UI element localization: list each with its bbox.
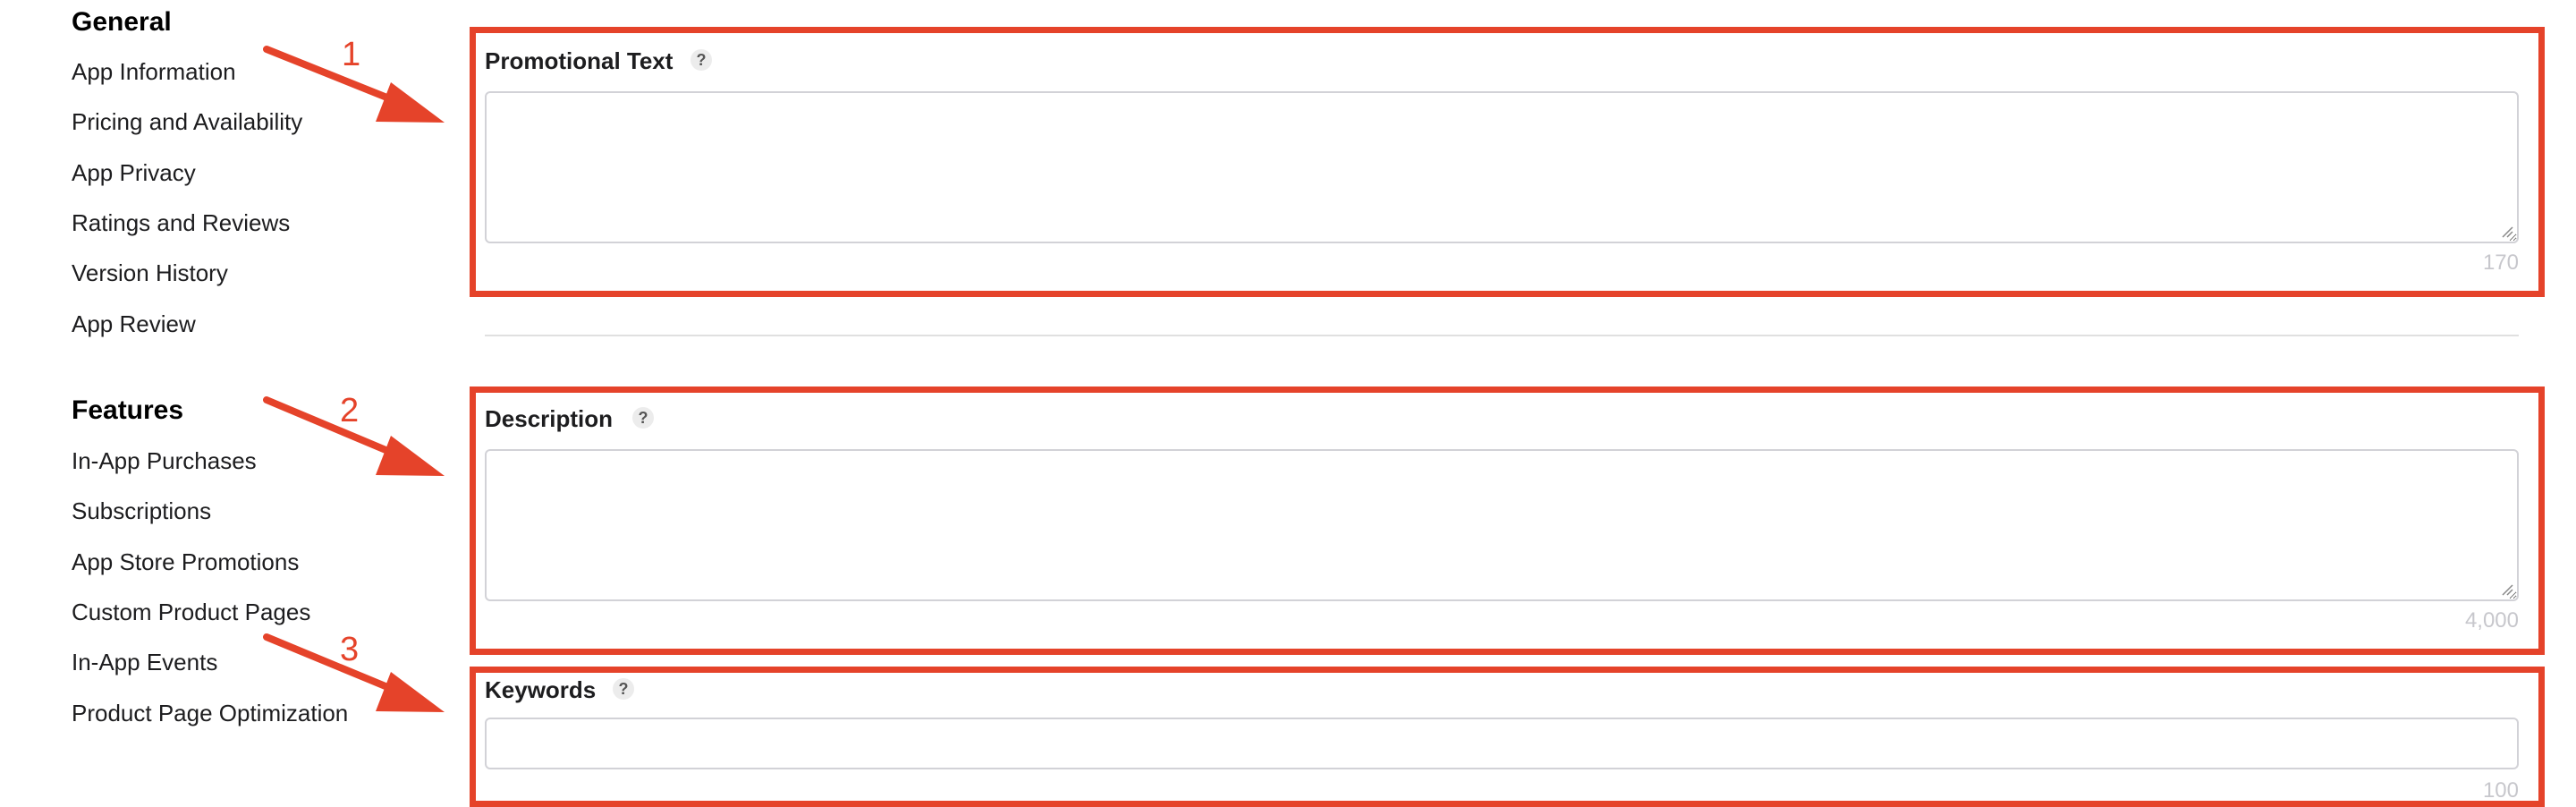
- section-divider: [485, 335, 2519, 336]
- annotation-number-2: 2: [340, 392, 360, 429]
- promotional-text-help-icon[interactable]: ?: [691, 49, 712, 71]
- resize-grip-icon[interactable]: [2501, 225, 2513, 238]
- sidebar-item-app-privacy[interactable]: App Privacy: [72, 161, 196, 184]
- sidebar-item-product-page-optimization[interactable]: Product Page Optimization: [72, 701, 348, 725]
- general-section-title: General: [72, 7, 172, 37]
- description-help-icon[interactable]: ?: [632, 407, 654, 429]
- keywords-input[interactable]: [485, 718, 2519, 769]
- keywords-help-icon[interactable]: ?: [613, 678, 634, 700]
- sidebar-item-in-app-purchases[interactable]: In-App Purchases: [72, 449, 257, 472]
- sidebar-item-app-review[interactable]: App Review: [72, 312, 196, 336]
- sidebar-item-in-app-events[interactable]: In-App Events: [72, 650, 217, 674]
- sidebar-item-app-store-promotions[interactable]: App Store Promotions: [72, 550, 299, 573]
- resize-grip-icon[interactable]: [2501, 583, 2513, 596]
- description-label: Description: [485, 405, 614, 432]
- promotional-text-char-limit: 170: [2482, 251, 2519, 275]
- keywords-label: Keywords: [485, 676, 597, 703]
- annotation-number-1: 1: [342, 36, 361, 73]
- sidebar-item-ratings-and-reviews[interactable]: Ratings and Reviews: [72, 211, 290, 234]
- description-input[interactable]: [485, 449, 2519, 601]
- sidebar-item-custom-product-pages[interactable]: Custom Product Pages: [72, 600, 310, 624]
- sidebar-item-subscriptions[interactable]: Subscriptions: [72, 499, 211, 522]
- promotional-text-input[interactable]: [485, 91, 2519, 243]
- sidebar-item-pricing-and-availability[interactable]: Pricing and Availability: [72, 110, 302, 133]
- keywords-char-limit: 100: [2482, 778, 2519, 803]
- description-char-limit: 4,000: [2464, 608, 2519, 633]
- sidebar-item-version-history[interactable]: Version History: [72, 261, 228, 285]
- annotation-number-3: 3: [340, 631, 360, 668]
- features-section-title: Features: [72, 395, 184, 425]
- sidebar-item-app-information[interactable]: App Information: [72, 60, 236, 83]
- promotional-text-label: Promotional Text: [485, 47, 674, 74]
